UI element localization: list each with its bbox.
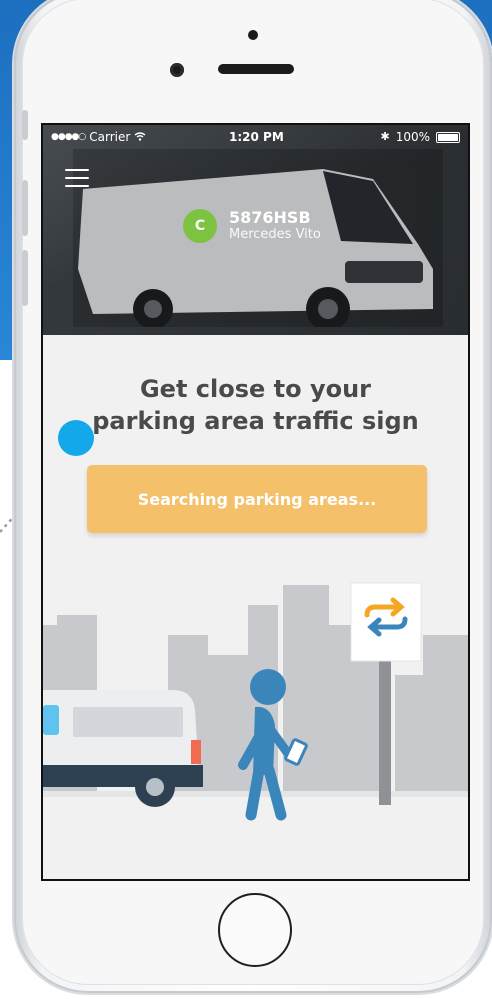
searching-parking-button[interactable]: Searching parking areas... <box>87 465 427 533</box>
proximity-sensor <box>248 30 258 40</box>
highlight-dot <box>58 420 94 456</box>
battery-icon <box>436 131 460 143</box>
volume-down-button <box>22 250 28 306</box>
title-line-2: parking area traffic sign <box>92 407 419 435</box>
vehicle-category-badge: C <box>183 209 217 243</box>
status-bar: ●●●●○ Carrier 1:20 PM ✱ 100% <box>43 129 468 145</box>
carrier-name: Carrier <box>89 130 131 144</box>
home-button[interactable] <box>218 893 292 967</box>
vehicle-text: 5876HSB Mercedes Vito <box>229 209 321 243</box>
front-camera <box>170 63 184 77</box>
title-line-1: Get close to your <box>139 375 372 403</box>
earpiece-speaker <box>218 64 294 74</box>
wifi-icon <box>134 129 146 145</box>
bluetooth-icon: ✱ <box>380 130 390 143</box>
vehicle-info[interactable]: C 5876HSB Mercedes Vito <box>183 209 321 243</box>
status-time: 1:20 PM <box>229 130 284 144</box>
signal-strength: ●●●●○ <box>51 132 86 142</box>
page-title: Get close to your parking area traffic s… <box>43 373 468 437</box>
mute-switch <box>22 110 28 140</box>
menu-icon[interactable] <box>65 169 89 189</box>
phone-screen: ●●●●○ Carrier 1:20 PM ✱ 100% C 5876HSB M… <box>41 123 470 881</box>
license-plate: 5876HSB <box>229 208 311 227</box>
city-illustration <box>43 582 468 879</box>
volume-up-button <box>22 180 28 236</box>
battery-percent: 100% <box>395 130 430 144</box>
vehicle-hero-image: ●●●●○ Carrier 1:20 PM ✱ 100% C 5876HSB M… <box>43 125 468 335</box>
vehicle-model: Mercedes Vito <box>229 227 321 242</box>
